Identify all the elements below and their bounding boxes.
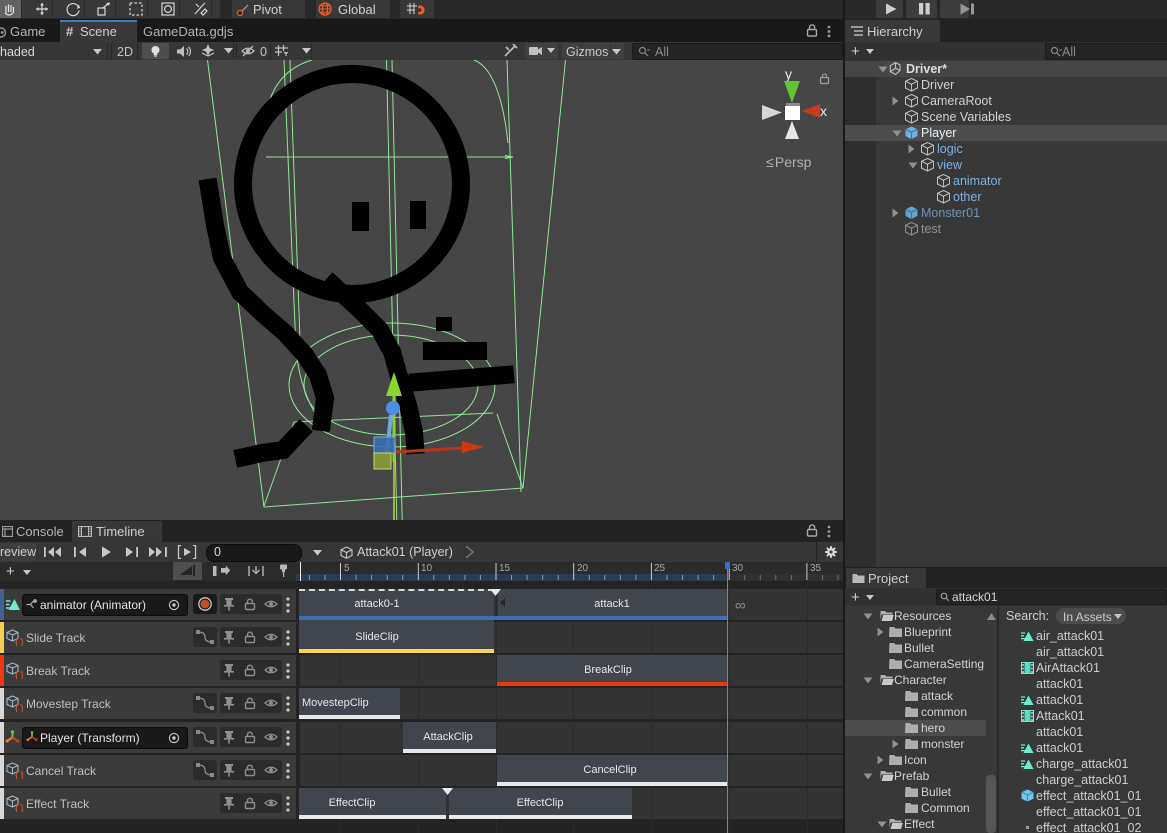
svg-text:{}: {} bbox=[14, 638, 23, 646]
svg-text:{}: {} bbox=[14, 671, 23, 679]
svg-text:{}: {} bbox=[14, 771, 23, 779]
svg-text:≤ Persp: ≤ Persp bbox=[766, 154, 812, 170]
svg-text:{}: {} bbox=[14, 804, 23, 812]
svg-text:x: x bbox=[820, 103, 827, 119]
svg-text:{}: {} bbox=[14, 704, 23, 712]
svg-text:y: y bbox=[785, 66, 792, 82]
